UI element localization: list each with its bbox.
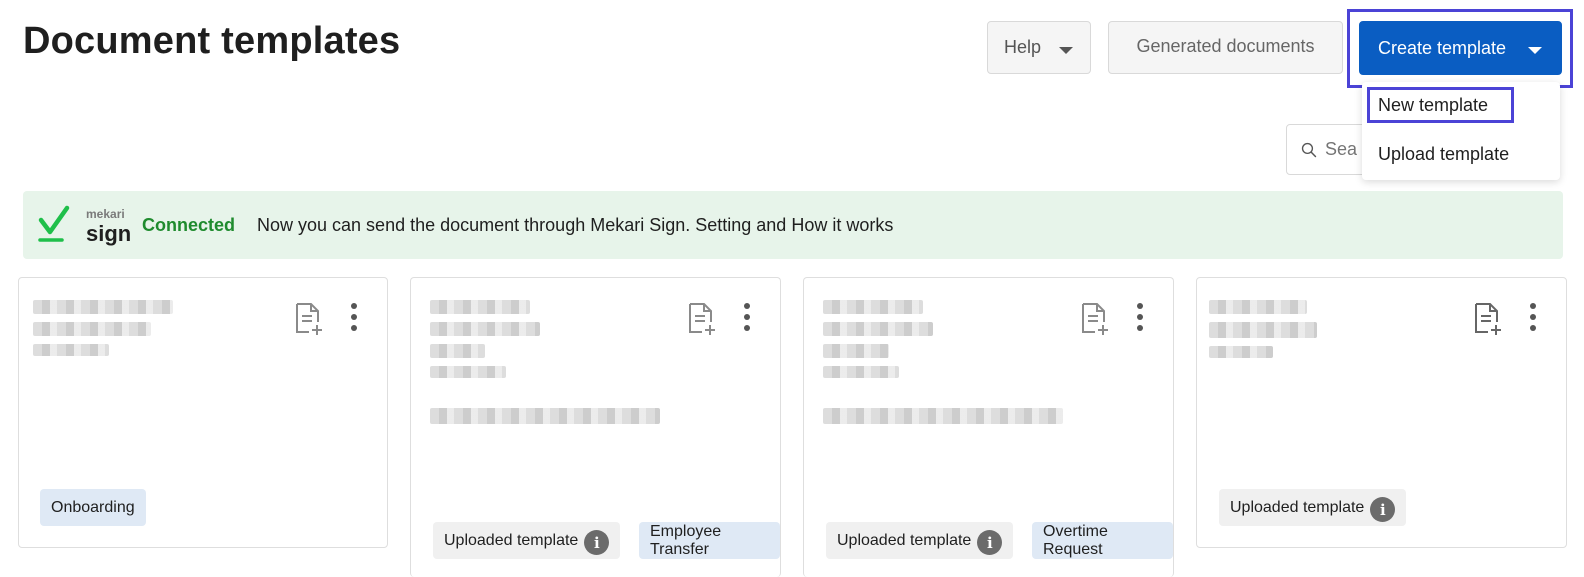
redacted-text xyxy=(1209,346,1273,358)
menu-item-upload-template[interactable]: Upload template xyxy=(1378,144,1509,165)
redacted-title xyxy=(1209,300,1307,314)
category-tag: Employee Transfer xyxy=(639,522,780,559)
redacted-title xyxy=(33,300,173,314)
search-icon xyxy=(1301,142,1317,157)
redacted-text xyxy=(823,366,899,378)
more-vertical-icon[interactable] xyxy=(1529,302,1537,332)
caret-down-icon xyxy=(1059,46,1074,54)
tag-label: Uploaded template xyxy=(444,531,579,549)
mekari-sign-logo: mekari sign xyxy=(37,202,131,248)
redacted-text xyxy=(823,344,889,358)
template-card[interactable]: Onboarding xyxy=(18,277,388,548)
redacted-text xyxy=(33,322,151,336)
more-vertical-icon[interactable] xyxy=(1136,302,1144,332)
page-title: Document templates xyxy=(23,20,401,62)
redacted-title xyxy=(823,300,923,314)
help-button-label: Help xyxy=(1004,37,1042,57)
add-document-icon[interactable] xyxy=(1473,302,1503,336)
add-document-icon[interactable] xyxy=(294,302,324,336)
category-tag: Overtime Request xyxy=(1032,522,1173,559)
uploaded-template-tag: Uploaded template i xyxy=(433,522,621,559)
connected-status: Connected xyxy=(142,214,236,235)
generated-documents-button[interactable]: Generated documents xyxy=(1108,21,1343,74)
generated-documents-label: Generated documents xyxy=(1136,36,1315,56)
redacted-description xyxy=(430,408,660,424)
redacted-text xyxy=(33,344,109,356)
caret-down-icon xyxy=(1528,47,1543,54)
uploaded-template-tag: Uploaded template i xyxy=(826,522,1014,559)
add-document-icon[interactable] xyxy=(1080,302,1110,336)
redacted-text xyxy=(430,366,506,378)
redacted-description xyxy=(823,408,1063,424)
redacted-text xyxy=(430,322,540,336)
redacted-title xyxy=(430,300,530,314)
checkmark-logo-icon xyxy=(38,205,70,242)
tag-label: Overtime Request xyxy=(1043,522,1108,558)
tag-label: Onboarding xyxy=(51,498,135,516)
more-vertical-icon[interactable] xyxy=(743,302,751,332)
uploaded-template-tag: Uploaded template i xyxy=(1219,489,1407,526)
banner-message: Now you can send the document through Me… xyxy=(257,214,894,235)
redacted-text xyxy=(823,322,933,336)
tag-label: Uploaded template xyxy=(1230,498,1365,516)
template-card[interactable]: Uploaded template i Overtime Request xyxy=(803,277,1174,577)
logo-sign-text: sign xyxy=(86,221,132,246)
redacted-text xyxy=(430,344,485,358)
help-button[interactable]: Help xyxy=(987,21,1091,74)
category-tag: Onboarding xyxy=(40,489,146,526)
add-document-icon[interactable] xyxy=(687,302,717,336)
more-vertical-icon[interactable] xyxy=(350,302,358,332)
create-template-label: Create template xyxy=(1378,37,1507,58)
redacted-text xyxy=(1209,322,1317,338)
new-template-highlight xyxy=(1367,87,1514,123)
mekari-sign-banner: mekari sign Connected Now you can send t… xyxy=(23,191,1563,259)
info-icon[interactable]: i xyxy=(584,530,610,555)
template-card[interactable]: Uploaded template i xyxy=(1196,277,1567,548)
template-card[interactable]: Uploaded template i Employee Transfer xyxy=(410,277,781,577)
info-icon[interactable]: i xyxy=(1370,497,1396,522)
tag-label: Uploaded template xyxy=(837,531,972,549)
create-template-button[interactable]: Create template xyxy=(1359,21,1562,75)
logo-mekari-text: mekari xyxy=(86,207,125,221)
tag-label: Employee Transfer xyxy=(650,522,722,558)
info-icon[interactable]: i xyxy=(977,530,1003,555)
